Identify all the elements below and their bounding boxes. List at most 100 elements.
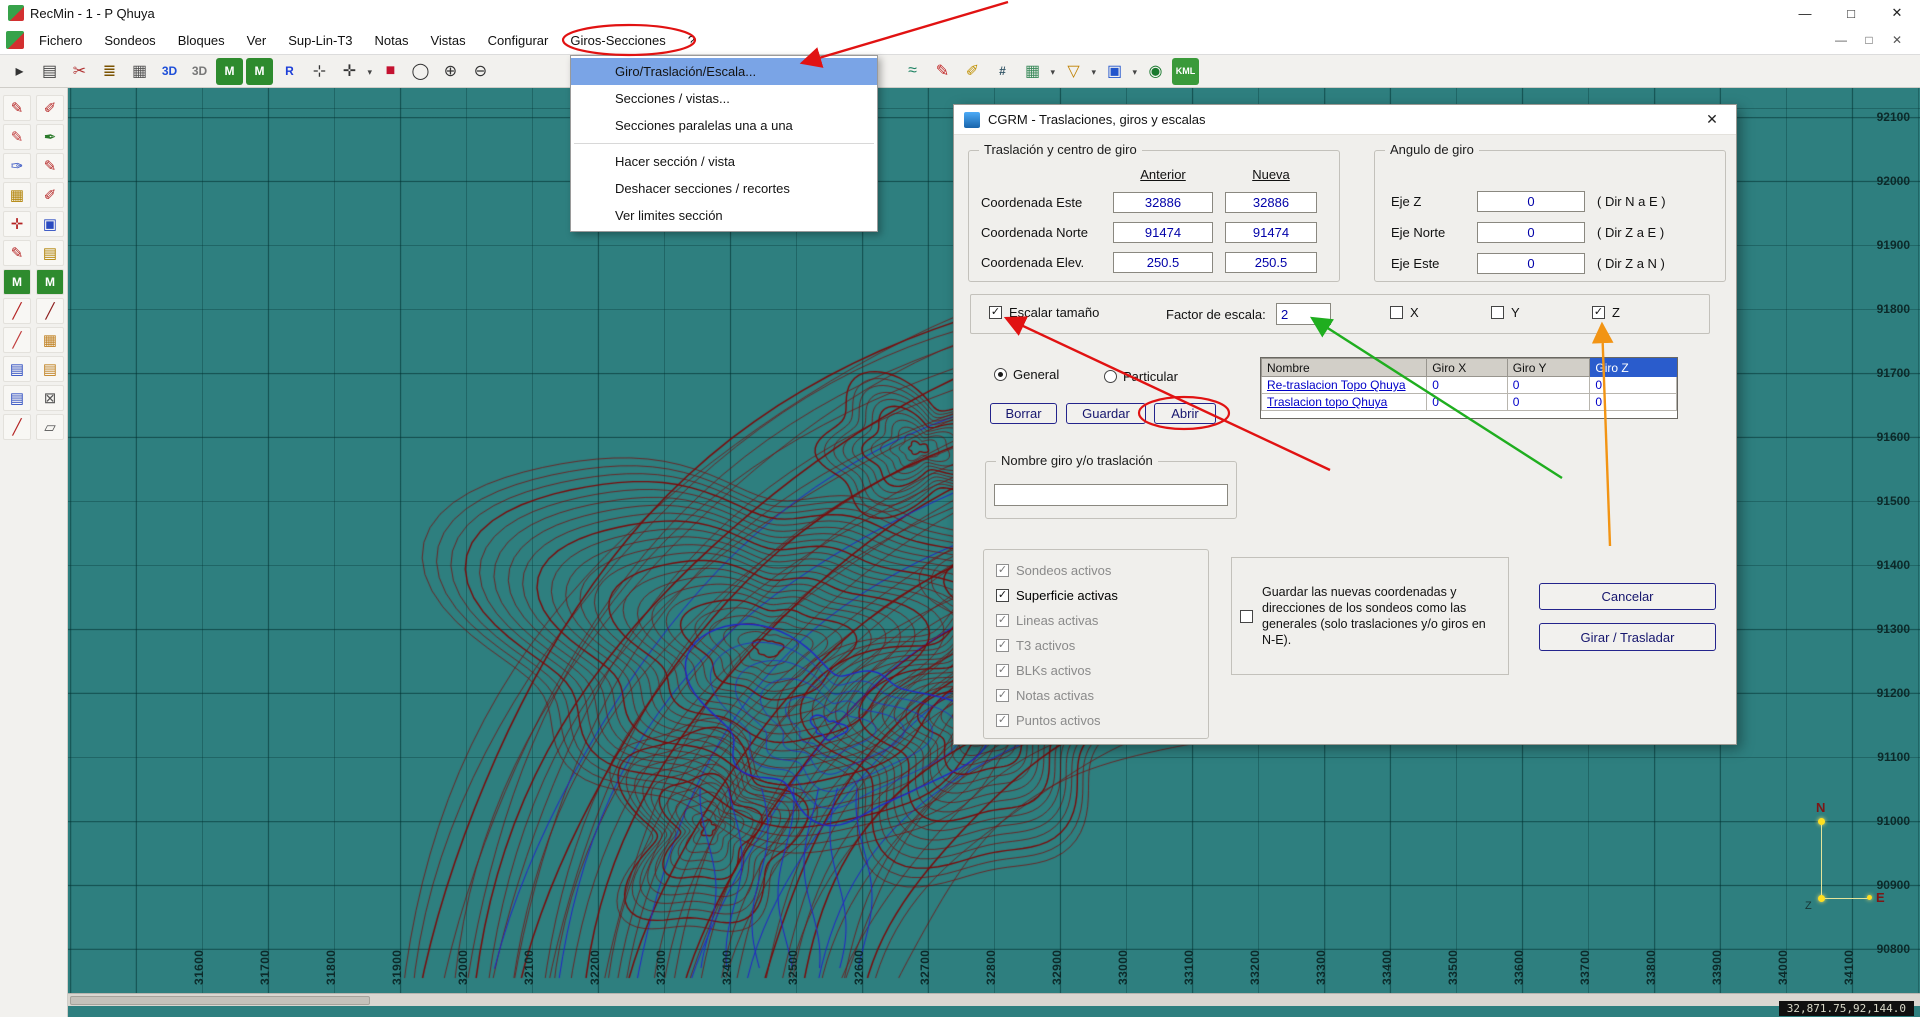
axis-y-checkbox[interactable]: Y <box>1491 305 1520 320</box>
layer-checkbox[interactable]: T3 activos <box>984 633 1208 658</box>
tool-panel-icon[interactable]: ▣ <box>36 211 64 237</box>
table-icon[interactable]: ▦ <box>126 58 153 85</box>
menu-separator[interactable] <box>574 143 874 144</box>
menu-notas[interactable]: Notas <box>364 26 420 54</box>
kml-icon[interactable]: KML <box>1172 58 1199 85</box>
tool-journal4-icon[interactable]: ▤ <box>3 385 31 411</box>
menuitem-ver-limites[interactable]: Ver limites sección <box>571 202 877 229</box>
nueva-field[interactable]: 250.5 <box>1225 252 1317 273</box>
table-row[interactable]: Re-traslacion Topo Qhuya 0 0 0 <box>1262 377 1677 394</box>
nav-next-icon[interactable]: ▸ <box>6 58 33 85</box>
general-radio[interactable]: General <box>994 367 1059 382</box>
tool-cross-icon[interactable]: ✛ <box>3 211 31 237</box>
mdi-close-button[interactable]: ✕ <box>1890 33 1904 47</box>
globe-icon[interactable]: ◉ <box>1142 58 1169 85</box>
menuitem-giro-traslacion-escala[interactable]: Giro/Traslación/Escala... <box>571 58 877 85</box>
menu-sondeos[interactable]: Sondeos <box>93 26 166 54</box>
pan-icon[interactable]: ✛ <box>336 58 363 85</box>
menu-sup-lin-t3[interactable]: Sup-Lin-T3 <box>277 26 363 54</box>
color-swatch-icon[interactable]: ■ <box>377 58 404 85</box>
col-giro-x[interactable]: Giro X <box>1427 359 1508 377</box>
nombre-giro-input[interactable] <box>994 484 1228 506</box>
measure-m1-icon[interactable]: M <box>216 58 243 85</box>
borrar-button[interactable]: Borrar <box>990 403 1057 424</box>
col-nombre[interactable]: Nombre <box>1262 359 1427 377</box>
tool-pen-e-icon[interactable]: ✐ <box>36 182 64 208</box>
abrir-button[interactable]: Abrir <box>1154 403 1216 424</box>
tool-pen-blue-icon[interactable]: ✑ <box>3 153 31 179</box>
angle-field[interactable]: 0 <box>1477 191 1585 212</box>
tool-pen-surface-icon[interactable]: ✎ <box>3 240 31 266</box>
maximize-button[interactable]: □ <box>1828 0 1874 26</box>
curves-icon[interactable]: ≈ <box>899 58 926 85</box>
anterior-field[interactable]: 32886 <box>1113 192 1213 213</box>
horizontal-scrollbar[interactable] <box>68 993 1920 1006</box>
girar-trasladar-button[interactable]: Girar / Trasladar <box>1539 623 1716 651</box>
mdi-minimize-button[interactable]: — <box>1834 33 1848 47</box>
tool-slash3-icon[interactable]: ╱ <box>3 414 31 440</box>
viewport-icon[interactable]: ▣ <box>1101 58 1128 85</box>
layer-checkbox[interactable]: Puntos activos <box>984 708 1208 733</box>
tool-photo-icon[interactable]: ▦ <box>36 327 64 353</box>
layer-checkbox[interactable]: Sondeos activos <box>984 558 1208 583</box>
anterior-field[interactable]: 91474 <box>1113 222 1213 243</box>
factor-escala-input[interactable] <box>1276 303 1331 325</box>
tool-pen-red-icon[interactable]: ✎ <box>3 95 31 121</box>
guardar-button[interactable]: Guardar <box>1066 403 1146 424</box>
mdi-restore-button[interactable]: □ <box>1862 33 1876 47</box>
layer-checkbox[interactable]: Superficie activas <box>984 583 1208 608</box>
draw-pencil-icon[interactable]: ✎ <box>929 58 956 85</box>
tool-m2-icon[interactable]: M <box>36 269 64 295</box>
dialog-close-icon[interactable]: ✕ <box>1698 109 1726 131</box>
angle-field[interactable]: 0 <box>1477 253 1585 274</box>
menuitem-secciones-vistas[interactable]: Secciones / vistas... <box>571 85 877 112</box>
tool-poly-icon[interactable]: ▱ <box>36 414 64 440</box>
escalar-tamano-checkbox[interactable]: Escalar tamaño <box>989 305 1099 320</box>
view-3d-icon[interactable]: 3D <box>156 58 183 85</box>
tree-list-icon[interactable]: ≣ <box>96 58 123 85</box>
tool-journal-icon[interactable]: ▤ <box>36 240 64 266</box>
zoom-in-icon[interactable]: ⊕ <box>437 58 464 85</box>
save-coordinates-checkbox[interactable]: Guardar las nuevas coordenadas y direcci… <box>1231 557 1509 675</box>
tool-clip-icon[interactable]: ⊠ <box>36 385 64 411</box>
cut-icon[interactable]: ✂ <box>66 58 93 85</box>
close-button[interactable]: ✕ <box>1874 0 1920 26</box>
tool-journal3-icon[interactable]: ▤ <box>36 356 64 382</box>
col-giro-z[interactable]: Giro Z <box>1590 359 1677 377</box>
fit-view-icon[interactable]: ⊹ <box>306 58 333 85</box>
tool-slash1-icon[interactable]: ╱ <box>3 298 31 324</box>
zoom-out-icon[interactable]: ⊖ <box>467 58 494 85</box>
layer-checkbox[interactable]: BLKs activos <box>984 658 1208 683</box>
menuitem-deshacer-secciones[interactable]: Deshacer secciones / recortes <box>571 175 877 202</box>
menu-giros-secciones[interactable]: Giros-Secciones <box>559 26 676 54</box>
menu-fichero[interactable]: Fichero <box>28 26 93 54</box>
calculator-icon[interactable]: # <box>989 58 1016 85</box>
nueva-field[interactable]: 91474 <box>1225 222 1317 243</box>
scrollbar-thumb[interactable] <box>70 996 370 1005</box>
layer-checkbox[interactable]: Lineas activas <box>984 608 1208 633</box>
edit-pencil-icon[interactable]: ✐ <box>959 58 986 85</box>
grid-options-icon[interactable]: ▦ <box>1019 58 1046 85</box>
magnifier-icon[interactable]: ◯ <box>407 58 434 85</box>
minimize-button[interactable]: — <box>1782 0 1828 26</box>
axis-z-checkbox[interactable]: Z <box>1592 305 1620 320</box>
menu-ver[interactable]: Ver <box>236 26 278 54</box>
anterior-field[interactable]: 250.5 <box>1113 252 1213 273</box>
nueva-field[interactable]: 32886 <box>1225 192 1317 213</box>
tool-pen-c-icon[interactable]: ✎ <box>36 153 64 179</box>
menu-vistas[interactable]: Vistas <box>419 26 476 54</box>
menu-help[interactable]: ? <box>677 26 706 54</box>
filter-icon[interactable]: ▽ <box>1060 58 1087 85</box>
particular-radio[interactable]: Particular <box>1104 369 1178 384</box>
col-giro-y[interactable]: Giro Y <box>1507 359 1590 377</box>
axis-x-checkbox[interactable]: X <box>1390 305 1419 320</box>
angle-field[interactable]: 0 <box>1477 222 1585 243</box>
tool-pen-copy-icon[interactable]: ✎ <box>3 124 31 150</box>
giros-table[interactable]: Nombre Giro X Giro Y Giro Z Re-traslacio… <box>1260 357 1678 419</box>
menuitem-hacer-seccion[interactable]: Hacer sección / vista <box>571 148 877 175</box>
tool-m1-icon[interactable]: M <box>3 269 31 295</box>
menuitem-secciones-paralelas[interactable]: Secciones paralelas una a una <box>571 112 877 139</box>
tool-slope-icon[interactable]: ╱ <box>3 327 31 353</box>
dialog-title-bar[interactable]: CGRM - Traslaciones, giros y escalas ✕ <box>954 105 1736 135</box>
tool-grid-icon[interactable]: ▦ <box>3 182 31 208</box>
